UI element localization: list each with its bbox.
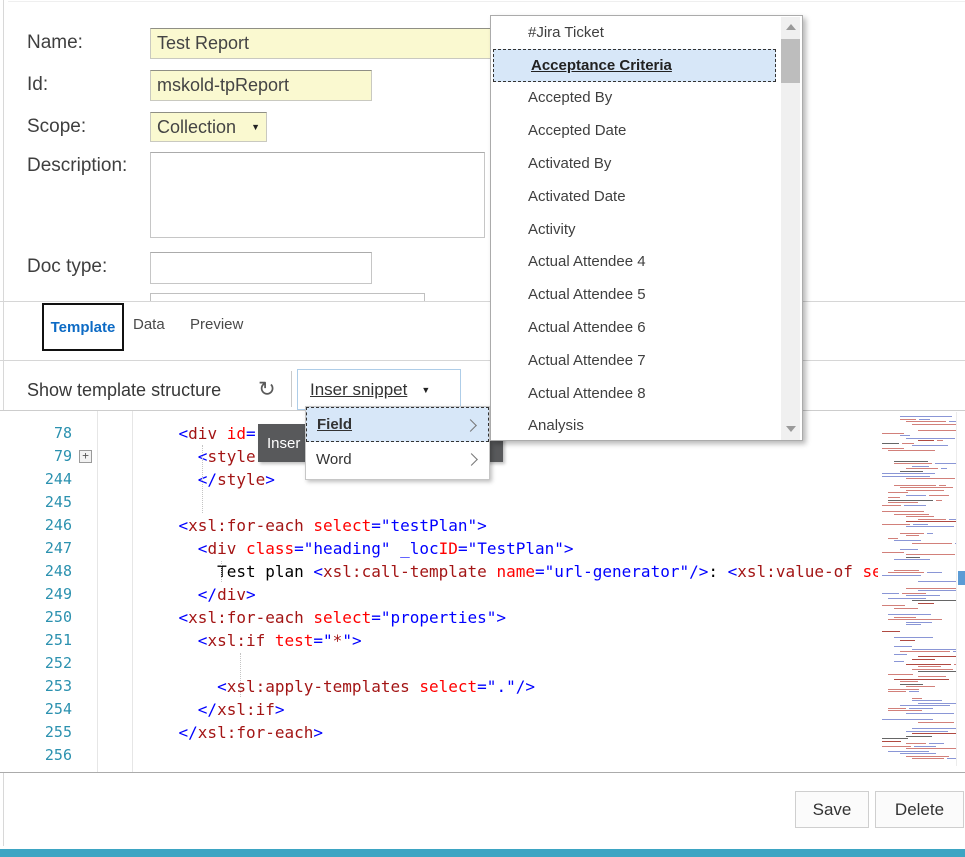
line-number: 256 [0,744,72,767]
field-list-item[interactable]: #Jira Ticket [491,16,776,49]
submenu-chevron-icon [465,453,478,466]
code-line[interactable] [140,744,878,767]
delete-button[interactable]: Delete [875,791,964,828]
line-number: 250 [0,606,72,629]
submenu-chevron-icon [464,419,477,432]
tab-template[interactable]: Template [42,303,124,351]
line-number: 251 [0,629,72,652]
field-list-item[interactable]: Accepted By [491,82,776,115]
clipped-input[interactable] [150,293,425,301]
field-list-item[interactable]: Acceptance Criteria [493,49,776,82]
field-list-item[interactable]: Activated By [491,147,776,180]
show-template-structure-label: Show template structure [27,380,221,401]
field-list-item[interactable]: Analysis [491,410,776,441]
code-line[interactable]: <xsl:apply-templates select="."/> [140,675,878,698]
field-list-item[interactable]: Accepted Date [491,114,776,147]
description-label: Description: [27,155,127,177]
scope-select[interactable]: Collection ▼ [150,112,267,142]
line-number: 244 [0,468,72,491]
insert-snippet-caret-icon: ▼ [421,385,430,395]
field-list-dropdown: #Jira TicketAcceptance CriteriaAccepted … [490,15,803,441]
field-items: #Jira TicketAcceptance CriteriaAccepted … [491,16,802,441]
line-number: 249 [0,583,72,606]
snippet-menu-item-word[interactable]: Word [306,442,489,477]
insert-snippet-button[interactable]: Inser snippet ▼ [297,369,461,410]
doctype-label: Doc type: [27,256,107,278]
code-line[interactable] [140,491,878,514]
indent-guide [221,561,222,582]
line-number: 79 [0,445,72,468]
line-number: 255 [0,721,72,744]
tab-preview[interactable]: Preview [190,316,243,333]
line-number: 247 [0,537,72,560]
field-list-item[interactable]: Activity [491,213,776,246]
gutter-line-1 [97,411,98,772]
scroll-down-icon[interactable] [786,426,796,432]
line-number: 248 [0,560,72,583]
refresh-icon[interactable]: ↻ [258,380,276,400]
code-line[interactable]: <xsl:if test="*"> [140,629,878,652]
line-number: 252 [0,652,72,675]
insert-tooltip-text: Inser [267,435,300,452]
code-line[interactable]: </style> [140,468,878,491]
scroll-up-icon[interactable] [786,24,796,30]
code-line[interactable]: </div> [140,583,878,606]
field-list-scrollbar-thumb[interactable] [781,39,800,83]
scope-caret-icon: ▼ [251,122,260,132]
field-list-item[interactable]: Actual Attendee 8 [491,377,776,410]
tab-data[interactable]: Data [133,316,165,333]
indent-guide [240,653,241,697]
save-button[interactable]: Save [795,791,869,828]
minimap-separator [956,412,957,766]
id-label: Id: [27,74,48,96]
line-number: 254 [0,698,72,721]
code-line[interactable] [140,652,878,675]
field-list-item[interactable]: Actual Attendee 4 [491,246,776,279]
code-line[interactable]: </xsl:for-each> [140,721,878,744]
minimap-scroll-marker[interactable] [958,571,965,585]
indent-guide [202,445,203,513]
code-line[interactable]: </xsl:if> [140,698,878,721]
code-line[interactable]: Test plan <xsl:call-template name="url-g… [140,560,878,583]
code-line[interactable]: <div class="heading" _locID="TestPlan"> [140,537,878,560]
field-list-item[interactable]: Actual Attendee 5 [491,278,776,311]
line-number: 245 [0,491,72,514]
code-line[interactable]: <xsl:for-each select="properties"> [140,606,878,629]
code-line[interactable]: <style [140,445,878,468]
line-number: 246 [0,514,72,537]
field-list-item[interactable]: Activated Date [491,180,776,213]
scope-selected-value: Collection [157,117,236,138]
panel-top-border [8,1,965,2]
field-list-item[interactable]: Actual Attendee 7 [491,344,776,377]
fold-expand-icon[interactable]: + [79,450,92,463]
id-input[interactable] [150,70,372,101]
gutter-line-2 [132,411,133,772]
line-number: 253 [0,675,72,698]
insert-snippet-label: Inser snippet [310,380,407,400]
description-textarea[interactable] [150,152,485,238]
template-editor-page: Name: Id: Scope: Collection ▼ Descriptio… [0,0,965,857]
name-label: Name: [27,32,83,54]
snippet-menu: FieldWord [305,406,490,480]
toolbar-separator [291,371,292,407]
doctype-input[interactable] [150,252,372,284]
scope-label: Scope: [27,116,86,138]
code-line[interactable]: <xsl:for-each select="testPlan"> [140,514,878,537]
tab-template-label: Template [51,319,116,336]
minimap[interactable] [878,412,956,766]
tabstrip-bottom-divider [0,360,965,361]
field-list-item[interactable]: Actual Attendee 6 [491,311,776,344]
snippet-menu-item-field[interactable]: Field [306,407,489,442]
line-number: 78 [0,422,72,445]
bottom-accent-bar [0,849,965,857]
tabstrip-top-divider [0,301,965,302]
